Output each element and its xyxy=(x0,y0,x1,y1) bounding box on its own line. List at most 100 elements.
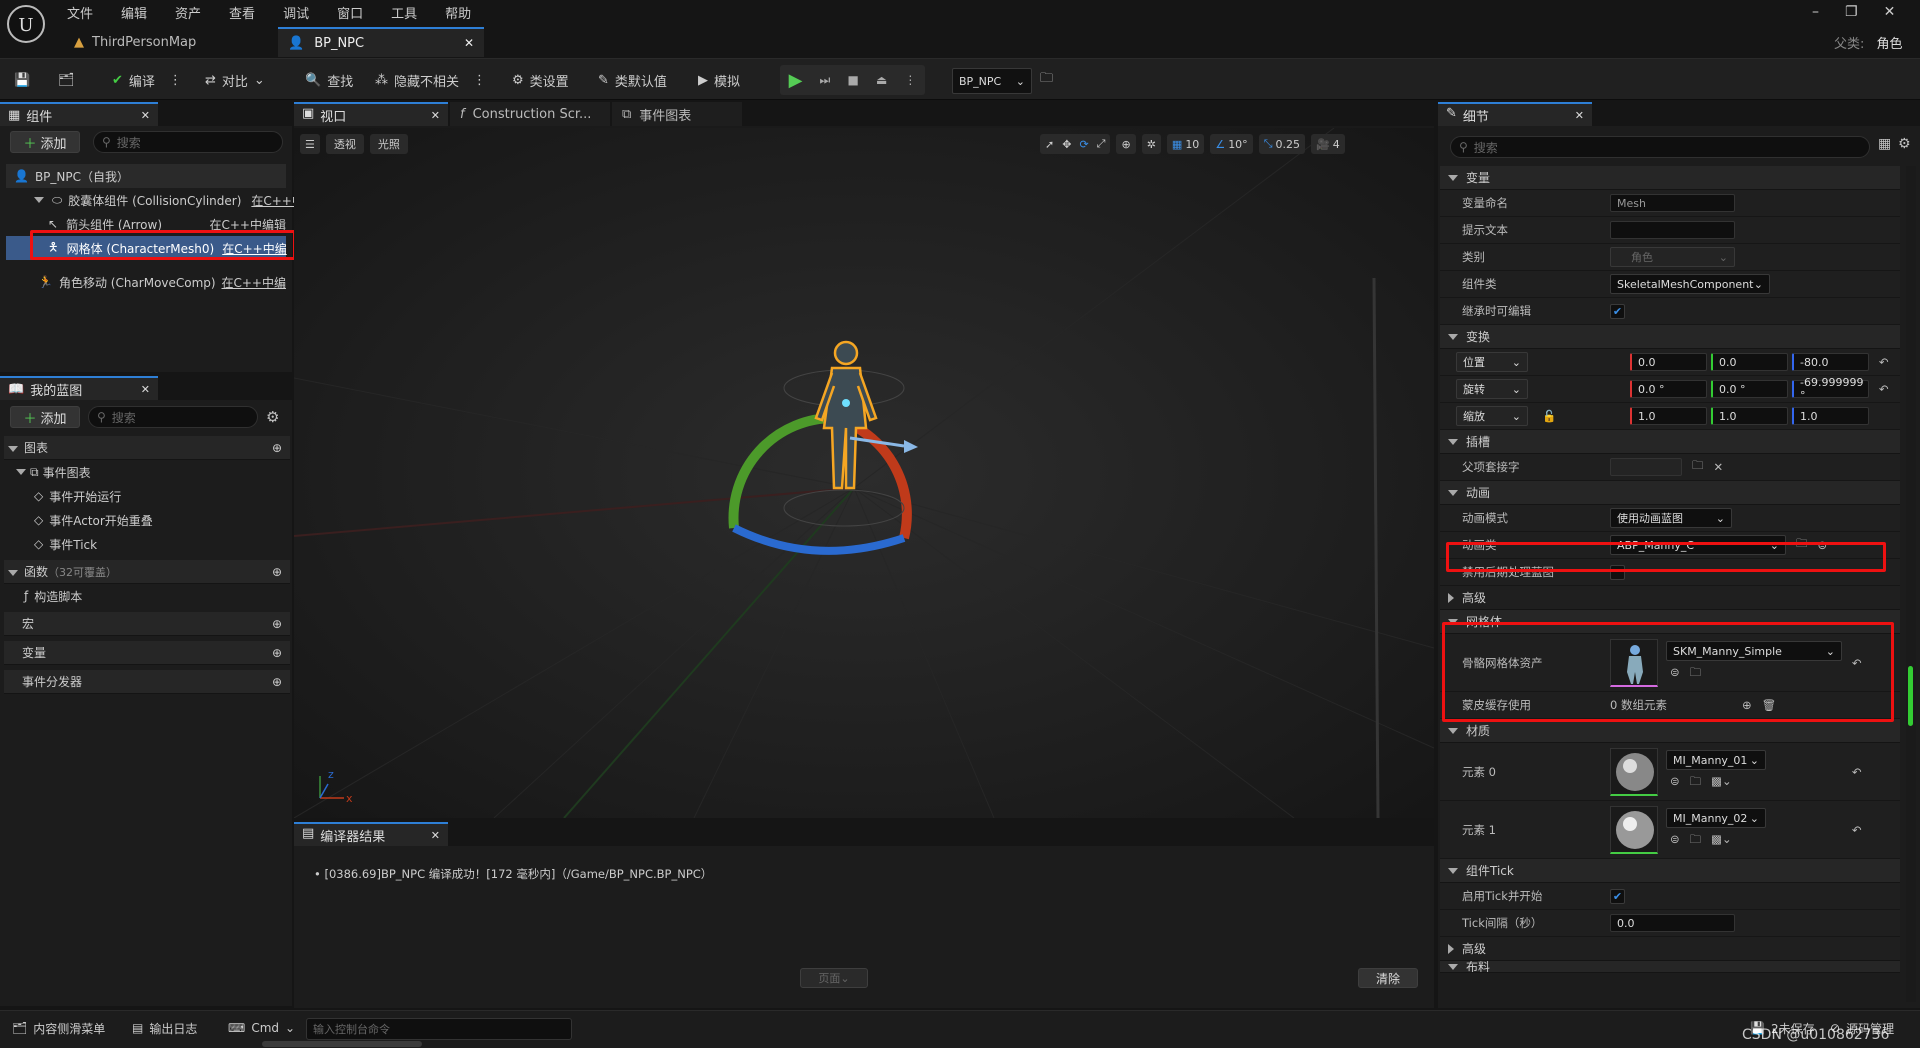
find-button[interactable]: 🔍 查找 xyxy=(305,59,353,101)
menu-view[interactable]: 查看 xyxy=(229,3,255,22)
surface-snap-button[interactable]: ✲ xyxy=(1141,134,1161,154)
checker-icon[interactable]: ▩⌄ xyxy=(1711,832,1732,851)
debug-target-dropdown[interactable]: BP_NPC ⌄ xyxy=(952,68,1032,94)
scale-z-input[interactable]: 1.0 xyxy=(1792,407,1869,425)
diff-button[interactable]: ⇄ 对比 ⌄ xyxy=(205,59,265,101)
rotation-snap-button[interactable]: ∠ 10° xyxy=(1210,134,1253,154)
browse-button[interactable]: 🗂 xyxy=(58,59,75,101)
eject-icon[interactable]: ⏏ xyxy=(876,73,887,87)
rotation-x-input[interactable]: 0.0 ° xyxy=(1630,380,1707,398)
component-class-dropdown[interactable]: SkeletalMeshComponent ⌄ xyxy=(1610,274,1770,294)
tree-item-capsule[interactable]: ⬭ 胶囊体组件 (CollisionCylinder) 在C++中 xyxy=(6,188,304,212)
material-0-dropdown[interactable]: MI_Manny_01 ⌄ xyxy=(1666,750,1766,770)
browse-icon[interactable]: 🗀 xyxy=(1690,774,1702,793)
section-dispatchers[interactable]: 事件分发器 ⊕ xyxy=(4,670,290,694)
world-local-button[interactable]: ⊕ xyxy=(1116,134,1136,154)
section-macros[interactable]: 宏 ⊕ xyxy=(4,612,290,636)
close-icon[interactable]: ✕ xyxy=(141,383,150,396)
perspective-button[interactable]: 透视 xyxy=(325,134,364,154)
horizontal-scrollbar[interactable] xyxy=(262,1041,422,1047)
reset-arrow-icon[interactable]: ↶ xyxy=(1852,765,1862,779)
grid-snap-button[interactable]: ▦ 10 xyxy=(1166,134,1205,154)
class-settings-button[interactable]: ⚙ 类设置 xyxy=(512,59,569,101)
browse-icon[interactable]: 🗀 xyxy=(1690,832,1702,851)
tree-item-movement[interactable]: 🏃 角色移动 (CharMoveComp) 在C++中编 xyxy=(6,270,286,294)
tab-event-graph[interactable]: ⧉ 事件图表 xyxy=(612,102,742,126)
section-animation-advanced[interactable]: 高级 xyxy=(1440,586,1900,610)
save-button[interactable]: 💾 xyxy=(14,59,30,101)
page-dropdown[interactable]: 页面 ⌄ xyxy=(800,968,868,988)
scroll-thumb[interactable] xyxy=(1908,666,1913,726)
scale-x-input[interactable]: 1.0 xyxy=(1630,407,1707,425)
close-icon[interactable]: ✕ xyxy=(1575,109,1584,122)
event-graph-item[interactable]: ⧉ 事件图表 xyxy=(4,460,290,484)
construction-script-item[interactable]: ƒ 构造脚本 xyxy=(4,584,290,608)
section-variable[interactable]: 变量 xyxy=(1440,166,1900,190)
details-scrollbar[interactable] xyxy=(1906,166,1916,1002)
event-item-begin-play[interactable]: ◇ 事件开始运行 xyxy=(4,484,290,508)
lock-icon[interactable]: 🔓 xyxy=(1542,409,1556,423)
material-1-thumbnail[interactable] xyxy=(1610,805,1658,854)
stop-icon[interactable]: ■ xyxy=(847,73,858,87)
camera-speed-button[interactable]: 🎥 4 xyxy=(1311,134,1345,154)
add-component-button[interactable]: ＋添加 xyxy=(10,131,80,153)
close-icon[interactable]: ✕ xyxy=(141,109,150,122)
tab-viewport[interactable]: ▣ 视口 ✕ xyxy=(294,102,448,126)
section-tick-advanced[interactable]: 高级 xyxy=(1440,937,1900,961)
close-icon[interactable]: ✕ xyxy=(464,36,474,50)
category-dropdown[interactable]: 角色 ⌄ xyxy=(1610,247,1735,267)
rotation-y-input[interactable]: 0.0 ° xyxy=(1711,380,1788,398)
class-defaults-button[interactable]: ✎ 类默认值 xyxy=(598,59,667,101)
unreal-logo-icon[interactable]: U xyxy=(6,4,46,44)
material-0-thumbnail[interactable] xyxy=(1610,747,1658,796)
reset-arrow-icon[interactable]: ↶ xyxy=(1879,355,1889,369)
step-icon[interactable]: ⏭ xyxy=(820,73,831,88)
restore-icon[interactable]: ❐ xyxy=(1845,4,1858,20)
section-cloth[interactable]: 布料 xyxy=(1440,961,1900,973)
play-icon[interactable]: ▶ xyxy=(789,70,803,91)
viewport-menu-button[interactable]: ☰ xyxy=(300,134,320,154)
event-item-begin-overlap[interactable]: ◇ 事件Actor开始重叠 xyxy=(4,508,290,532)
hide-unrelated-button[interactable]: ⁂ 隐藏不相关 ⋮ xyxy=(375,59,486,101)
add-circle-icon[interactable]: ⊕ xyxy=(272,565,282,579)
console-input[interactable]: 输入控制台命令 xyxy=(306,1018,572,1040)
variable-name-input[interactable]: Mesh xyxy=(1610,194,1735,212)
table-view-icon[interactable]: ▦ xyxy=(1878,136,1891,152)
close-icon[interactable]: ✕ xyxy=(431,109,440,122)
details-search-input[interactable]: ⚲ 搜索 xyxy=(1450,136,1870,158)
tab-thirdpersonmap[interactable]: ▲ ThirdPersonMap xyxy=(64,27,276,57)
section-component-tick[interactable]: 组件Tick xyxy=(1440,859,1900,883)
section-functions[interactable]: 函数（32可覆盖） ⊕ xyxy=(4,560,290,584)
location-x-input[interactable]: 0.0 xyxy=(1630,353,1707,371)
add-circle-icon[interactable]: ⊕ xyxy=(272,617,282,631)
rotation-z-input[interactable]: -69.999999 ° xyxy=(1792,376,1869,402)
settings-gear-icon[interactable]: ⚙ xyxy=(1898,136,1911,152)
move-icon[interactable]: ✥ xyxy=(1062,138,1071,151)
minimize-icon[interactable]: – xyxy=(1812,4,1819,20)
components-search-input[interactable]: ⚲ 搜索 xyxy=(93,131,283,153)
event-item-tick[interactable]: ◇ 事件Tick xyxy=(4,532,290,556)
add-circle-icon[interactable]: ⊕ xyxy=(272,441,282,455)
tab-details[interactable]: ✎ 细节 ✕ xyxy=(1438,102,1592,126)
add-circle-icon[interactable]: ⊕ xyxy=(272,675,282,689)
clear-button[interactable]: 清除 xyxy=(1358,968,1418,988)
compile-button[interactable]: ✔ 编译 ⋮ xyxy=(112,59,182,101)
reset-arrow-icon[interactable]: ↶ xyxy=(1852,823,1862,837)
menu-window[interactable]: 窗口 xyxy=(337,3,363,22)
animation-mode-dropdown[interactable]: 使用动画蓝图 ⌄ xyxy=(1610,508,1732,528)
tab-compiler-results[interactable]: ▤ 编译器结果 ✕ xyxy=(294,822,448,846)
scale-dropdown[interactable]: 缩放 ⌄ xyxy=(1456,406,1528,426)
tab-components[interactable]: ▦ 组件 ✕ xyxy=(0,102,158,126)
tab-construction-script[interactable]: f Construction Scr... xyxy=(450,102,610,126)
reset-arrow-icon[interactable]: ↶ xyxy=(1879,382,1889,396)
scale-snap-button[interactable]: ⤡ 0.25 xyxy=(1258,134,1305,154)
more-icon[interactable]: ⋮ xyxy=(904,73,916,87)
menu-edit[interactable]: 编辑 xyxy=(121,3,147,22)
tab-bp-npc[interactable]: 👤 BP_NPC ✕ xyxy=(278,27,484,57)
clear-x-icon[interactable]: ✕ xyxy=(1714,460,1724,474)
section-transform[interactable]: 变换 xyxy=(1440,325,1900,349)
section-graphs[interactable]: 图表 ⊕ xyxy=(4,436,290,460)
tree-item-self[interactable]: 👤 BP_NPC（自我） xyxy=(6,164,286,188)
location-dropdown[interactable]: 位置 ⌄ xyxy=(1456,352,1528,372)
my-blueprint-search-input[interactable]: ⚲ 搜索 xyxy=(88,406,258,428)
